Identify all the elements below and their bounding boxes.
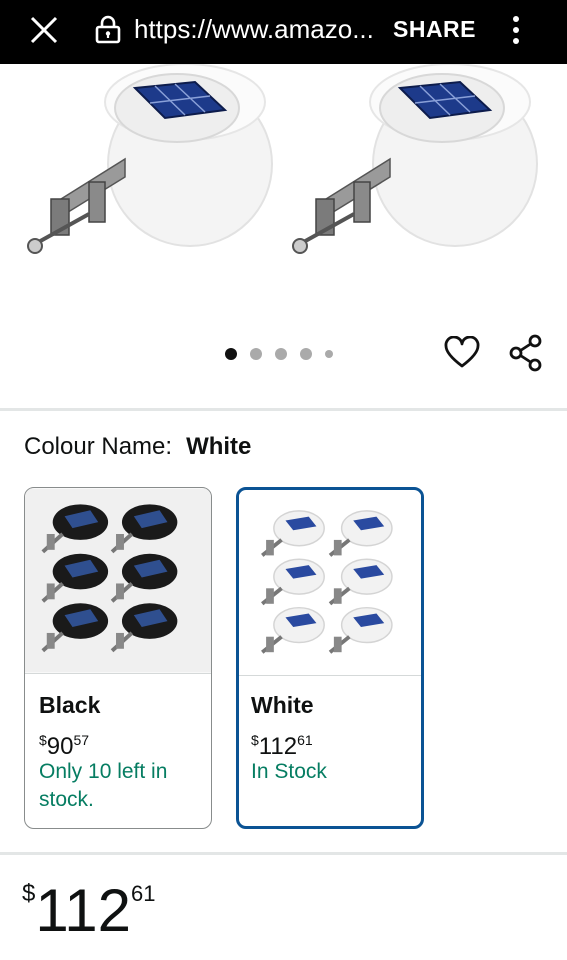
product-image-solar-light (27, 64, 273, 254)
carousel-dot[interactable] (275, 348, 287, 360)
price-whole: 112 (258, 733, 298, 760)
product-price: $11261 (22, 878, 156, 944)
product-image-solar-light (292, 64, 538, 254)
colour-selection-label: Colour Name: White (24, 432, 251, 462)
colour-name-label: Colour Name: (24, 433, 173, 460)
colour-option-name: Black (39, 692, 101, 718)
stock-status: In Stock (251, 760, 327, 783)
price-cents: 61 (131, 881, 156, 906)
colour-option-price: $11261 (251, 726, 313, 761)
carousel-dot[interactable] (325, 350, 333, 358)
colour-option-black[interactable]: Black $9057 Only 10 left in stock. (24, 487, 212, 829)
price-cents: 61 (297, 732, 313, 748)
heart-icon[interactable] (444, 336, 480, 370)
section-divider (0, 852, 567, 855)
colour-thumbnail-white (239, 493, 421, 676)
address-bar-url[interactable]: https://www.amazo... (134, 14, 374, 44)
colour-name-value: White (186, 433, 252, 460)
colour-option-price: $9057 (39, 726, 89, 761)
carousel-pagination[interactable] (225, 347, 333, 361)
carousel-dot[interactable] (300, 348, 312, 360)
browser-toolbar: https://www.amazo... SHARE (0, 0, 567, 64)
price-whole: 90 (46, 733, 74, 760)
carousel-dot-active[interactable] (225, 348, 237, 360)
colour-option-white[interactable]: White $11261 In Stock (236, 487, 424, 829)
currency-symbol: $ (22, 880, 36, 907)
currency-symbol: $ (39, 732, 47, 748)
product-image-carousel[interactable] (0, 64, 567, 408)
price-cents: 57 (73, 732, 90, 748)
lock-icon (95, 15, 121, 44)
section-divider (0, 408, 567, 411)
share-icon[interactable] (508, 334, 544, 372)
colour-thumbnail-black (25, 488, 211, 674)
carousel-dot[interactable] (250, 348, 262, 360)
currency-symbol: $ (251, 732, 259, 748)
colour-option-name: White (251, 692, 314, 718)
share-button[interactable]: SHARE (393, 15, 476, 43)
stock-status: Only 10 left in stock. (39, 760, 168, 811)
close-icon[interactable] (28, 14, 60, 46)
price-whole: 112 (35, 877, 132, 944)
more-vertical-icon[interactable] (508, 14, 524, 46)
